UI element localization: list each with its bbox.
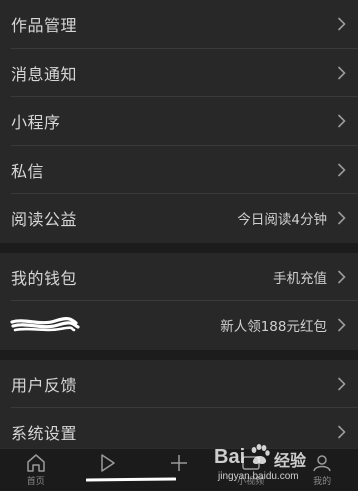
section-gap: [0, 242, 358, 253]
watermark-brand: Bai: [214, 446, 246, 468]
chevron-right-icon: [337, 17, 346, 31]
menu-item-value: 新人领188元红包: [220, 319, 327, 336]
menu-item-works-management[interactable]: 作品管理: [0, 0, 358, 49]
menu-item-value: 今日阅读4分钟: [237, 212, 327, 229]
chevron-right-icon: [337, 377, 346, 391]
chevron-right-icon: [337, 425, 346, 439]
baidu-paw-icon: [251, 444, 270, 465]
menu-item-label: 作品管理: [11, 16, 78, 36]
chevron-right-icon: [337, 211, 346, 225]
menu-item-reading-charity[interactable]: 阅读公益 今日阅读4分钟: [0, 194, 358, 243]
chevron-right-icon: [337, 163, 346, 177]
tab-video[interactable]: [72, 449, 144, 491]
menu-item-redacted[interactable]: 新人领188元红包: [0, 301, 358, 350]
menu-item-label: 用户反馈: [11, 375, 78, 395]
menu-item-value: 手机充值: [273, 270, 327, 287]
menu-item-label: 我的钱包: [11, 268, 78, 288]
chevron-right-icon: [337, 318, 346, 332]
menu-item-label: 小程序: [11, 113, 61, 133]
menu-item-notifications[interactable]: 消息通知: [0, 49, 358, 97]
tab-label: 首页: [26, 477, 45, 487]
settings-group-2: 我的钱包 手机充值 新人领188元红包: [0, 252, 358, 350]
settings-group-3: 用户反馈 系统设置: [0, 359, 358, 457]
menu-item-mini-programs[interactable]: 小程序: [0, 97, 358, 146]
menu-item-private-messages[interactable]: 私信: [0, 146, 358, 194]
chevron-right-icon: [337, 66, 346, 80]
chevron-right-icon: [337, 270, 346, 284]
menu-item-label: 私信: [11, 161, 45, 181]
tab-home[interactable]: 首页: [0, 449, 72, 491]
menu-item-feedback[interactable]: 用户反馈: [0, 360, 358, 408]
tab-publish[interactable]: [143, 449, 215, 491]
play-icon: [101, 454, 116, 472]
watermark-url: jingyan.baidu.com: [218, 471, 299, 482]
chevron-right-icon: [337, 114, 346, 128]
watermark-brand-suffix: 经验: [274, 453, 307, 470]
baidu-jingyan-watermark: Bai 经验 jingyan.baidu.com: [214, 443, 344, 487]
settings-group-1: 作品管理 消息通知 小程序 私信 阅读公益 今日阅读4分钟: [0, 0, 358, 243]
menu-item-wallet[interactable]: 我的钱包 手机充值: [0, 253, 358, 301]
menu-item-label: 阅读公益: [11, 210, 78, 230]
redaction-stroke: [86, 477, 176, 482]
menu-item-label: 系统设置: [11, 424, 78, 444]
menu-item-label: 消息通知: [11, 64, 78, 84]
plus-icon: [170, 455, 187, 471]
section-gap: [0, 349, 358, 360]
redaction-scribble: [10, 317, 80, 332]
home-icon: [27, 454, 45, 472]
